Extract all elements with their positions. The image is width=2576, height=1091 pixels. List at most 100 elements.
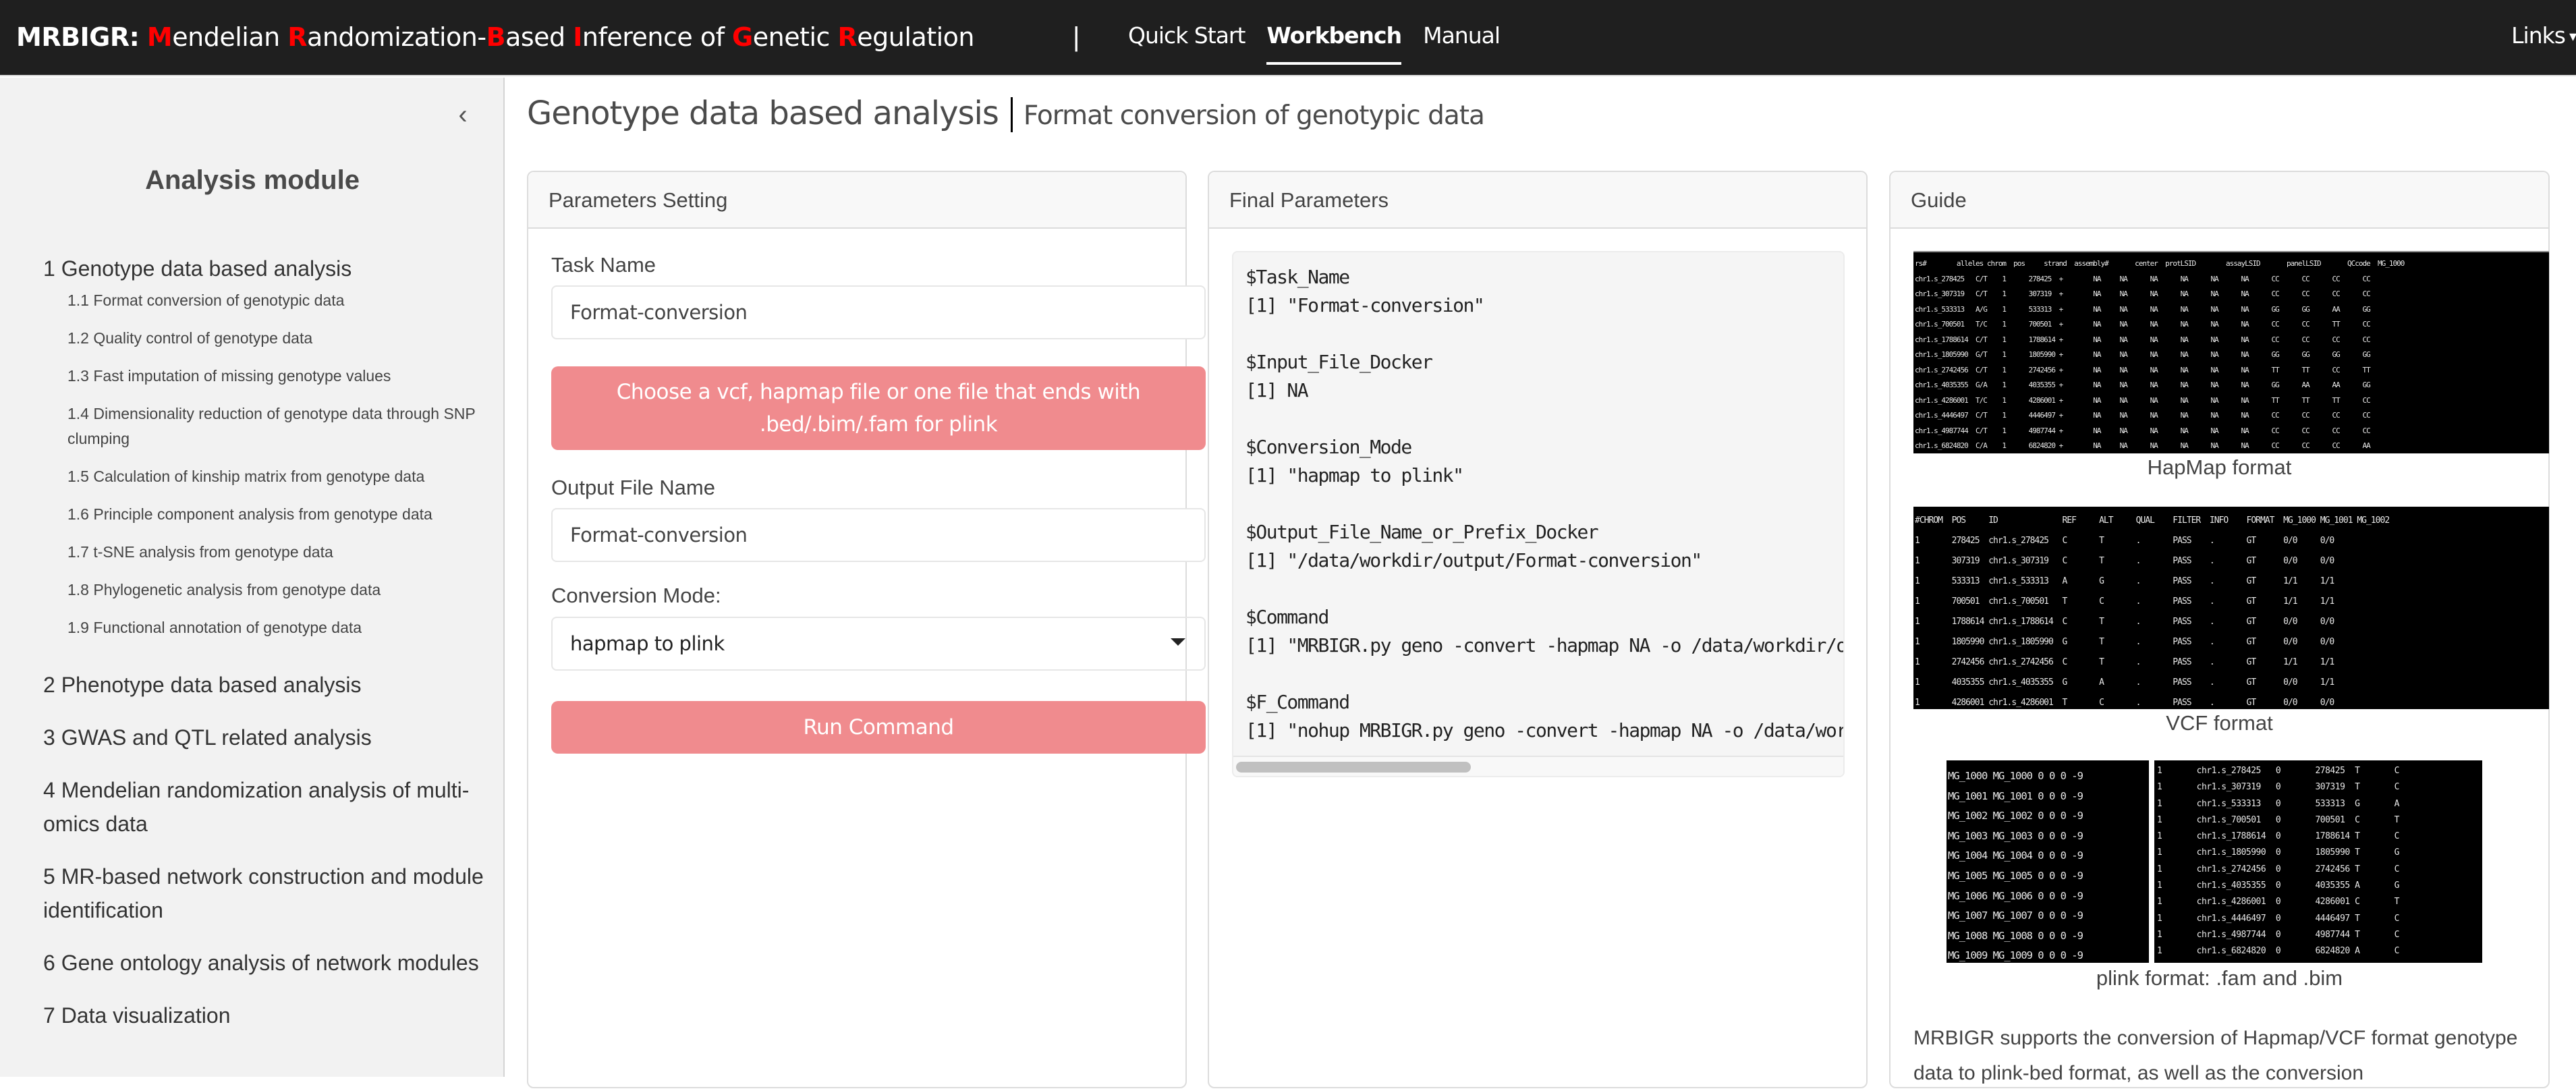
parameters-card: Parameters Setting Task Name Format-conv…: [527, 171, 1206, 1088]
bim-line: 1 chr1.s_1805990 0 1805990 T G: [2157, 847, 2400, 858]
vcf-line: 1 2742456 chr1.s_2742456 C T . PASS . GT…: [1915, 657, 2334, 667]
fam-line: MG_1000 MG_1000 0 0 0 -9: [1948, 770, 2083, 782]
fam-line: MG_1005 MG_1005 0 0 0 -9: [1948, 869, 2083, 882]
vcf-line: 1 1788614 chr1.s_1788614 C T . PASS . GT…: [1915, 617, 2334, 627]
links-dropdown-label: Links: [2511, 22, 2566, 49]
guide-description: MRBIGR supports the conversion of Hapmap…: [1913, 1027, 2518, 1084]
dropdown-caret-icon: [1171, 638, 1185, 646]
vcf-line: 1 4286001 chr1.s_4286001 T C . PASS . GT…: [1915, 698, 2334, 708]
nav-link-manual[interactable]: Manual: [1423, 20, 1501, 54]
chevron-left-icon[interactable]: ‹: [449, 98, 476, 132]
bim-line: 1 chr1.s_4286001 0 4286001 C T: [2157, 897, 2400, 907]
conversion-mode-select[interactable]: hapmap to plink: [551, 617, 1206, 671]
bim-line: 1 chr1.s_4987744 0 4987744 T C: [2157, 929, 2400, 940]
sidebar-section-gwas[interactable]: 3 GWAS and QTL related analysis: [43, 721, 495, 754]
top-navbar: MRBIGR: Mendelian Randomization-Based In…: [0, 0, 2576, 76]
brand-word: enetic: [752, 22, 838, 52]
sidebar: ‹ Analysis module 1 Genotype data based …: [0, 78, 505, 1077]
vcf-line: 1 4035355 chr1.s_4035355 G A . PASS . GT…: [1915, 677, 2334, 688]
brand-word: endelian: [172, 22, 288, 52]
task-name-input[interactable]: Format-conversion: [551, 285, 1206, 339]
brand-short: MRBIGR:: [16, 22, 140, 52]
bim-line: 1 chr1.s_4035355 0 4035355 A G: [2157, 880, 2400, 891]
output-file-input[interactable]: Format-conversion: [551, 508, 1206, 562]
choose-file-button[interactable]: Choose a vcf, hapmap file or one file th…: [551, 366, 1206, 450]
sidebar-item-imputation[interactable]: 1.3 Fast imputation of missing genotype …: [43, 364, 495, 389]
vcf-line: 1 278425 chr1.s_278425 C T . PASS . GT 0…: [1915, 536, 2334, 546]
nav-links: Quick Start Workbench Manual: [1128, 20, 1521, 65]
page-scroll-area: [2551, 78, 2576, 1077]
sidebar-item-phylogenetic[interactable]: 1.8 Phylogenetic analysis from genotype …: [43, 578, 495, 603]
sidebar-item-annotation[interactable]: 1.9 Functional annotation of genotype da…: [43, 615, 495, 640]
hapmap-line: chr1.s_4286001 T/C 1 4286001 + NA NA NA …: [1915, 395, 2371, 405]
code-line: $Task_Name: [1245, 266, 1350, 288]
sidebar-item-clumping[interactable]: 1.4 Dimensionality reduction of genotype…: [43, 401, 495, 451]
plink-fam-image: MG_1000 MG_1000 0 0 0 -9 MG_1001 MG_1001 …: [1947, 760, 2149, 963]
hapmap-line: chr1.s_700501 T/C 1 700501 + NA NA NA NA…: [1915, 320, 2371, 329]
sidebar-item-format-conversion[interactable]: 1.1 Format conversion of genotypic data: [43, 288, 495, 313]
output-file-label: Output File Name: [551, 476, 715, 499]
fam-line: MG_1008 MG_1008 0 0 0 -9: [1948, 929, 2083, 942]
nav-link-quick-start[interactable]: Quick Start: [1128, 20, 1245, 54]
run-command-button[interactable]: Run Command: [551, 701, 1206, 754]
brand-initial: R: [837, 22, 858, 52]
fam-line: MG_1001 MG_1001 0 0 0 -9: [1948, 789, 2083, 802]
vcf-line: 1 700501 chr1.s_700501 T C . PASS . GT 1…: [1915, 596, 2334, 607]
fam-line: MG_1007 MG_1007 0 0 0 -9: [1948, 910, 2083, 922]
code-line: [1] "Format-conversion": [1245, 294, 1485, 316]
sidebar-section-genotype[interactable]: 1 Genotype data based analysis: [43, 252, 495, 285]
scrollbar-thumb[interactable]: [1236, 762, 1471, 773]
hapmap-line: chr1.s_533313 A/G 1 533313 + NA NA NA NA…: [1915, 304, 2371, 314]
sidebar-section-visualization[interactable]: 7 Data visualization: [43, 999, 495, 1032]
bim-line: 1 chr1.s_307319 0 307319 T C: [2157, 782, 2400, 793]
fam-line: MG_1004 MG_1004 0 0 0 -9: [1948, 849, 2083, 862]
sidebar-section-mendelian[interactable]: 4 Mendelian randomization analysis of mu…: [43, 773, 495, 841]
hapmap-caption: HapMap format: [2147, 455, 2292, 479]
sidebar-section-go[interactable]: 6 Gene ontology analysis of network modu…: [43, 946, 495, 980]
sidebar-item-quality-control[interactable]: 1.2 Quality control of genotype data: [43, 326, 495, 351]
brand-initial: M: [146, 22, 173, 52]
guide-card: Guide rs# alleles chrom pos strand assem…: [1889, 171, 2550, 1088]
bim-line: 1 chr1.s_1788614 0 1788614 T C: [2157, 831, 2400, 842]
vcf-caption: VCF format: [2166, 711, 2273, 735]
navbar-separator: |: [1073, 22, 1080, 52]
horizontal-scrollbar[interactable]: [1233, 756, 1843, 776]
code-line: $F_Command: [1245, 691, 1350, 713]
bim-line: 1 chr1.s_2742456 0 2742456 T C: [2157, 864, 2400, 874]
bim-line: 1 chr1.s_700501 0 700501 C T: [2157, 814, 2400, 825]
vcf-line: #CHROM POS ID REF ALT QUAL FILTER INFO F…: [1915, 515, 2390, 526]
caret-down-icon: ▾: [2569, 28, 2576, 45]
sidebar-title: Analysis module: [145, 165, 360, 195]
hapmap-line: chr1.s_4035355 G/A 1 4035355 + NA NA NA …: [1915, 381, 2371, 389]
hapmap-line: rs# alleles chrom pos strand assembly# c…: [1915, 259, 2405, 268]
links-dropdown[interactable]: Links ▾: [2511, 20, 2576, 53]
vcf-line: 1 1805990 chr1.s_1805990 G T . PASS . GT…: [1915, 637, 2334, 647]
plink-bim-image: 1 chr1.s_278425 0 278425 T C 1 chr1.s_307…: [2154, 760, 2482, 963]
sidebar-item-pca[interactable]: 1.6 Principle component analysis from ge…: [43, 502, 495, 527]
task-name-label: Task Name: [551, 253, 656, 277]
sidebar-section-network[interactable]: 5 MR-based network construction and modu…: [43, 860, 495, 927]
code-line: $Input_File_Docker: [1245, 351, 1433, 373]
nav-link-workbench[interactable]: Workbench: [1266, 20, 1402, 65]
code-line: $Command: [1245, 606, 1329, 628]
brand-word: andomization-: [307, 22, 486, 52]
sidebar-section-phenotype[interactable]: 2 Phenotype data based analysis: [43, 668, 495, 702]
brand-title[interactable]: MRBIGR: Mendelian Randomization-Based In…: [16, 20, 975, 54]
conversion-mode-label: Conversion Mode:: [551, 584, 721, 607]
plink-caption: plink format: .fam and .bim: [2096, 966, 2343, 990]
vcf-line: 1 533313 chr1.s_533313 A G . PASS . GT 1…: [1915, 576, 2334, 586]
bim-line: 1 chr1.s_6824820 0 6824820 A C: [2157, 946, 2400, 957]
guide-header: Guide: [1891, 172, 2548, 229]
sidebar-item-tsne[interactable]: 1.7 t-SNE analysis from genotype data: [43, 540, 495, 565]
brand-initial: B: [486, 22, 506, 52]
code-line: [1] NA: [1245, 379, 1309, 401]
code-line: [1] "nohup MRBIGR.py geno -convert -hapm…: [1245, 719, 1845, 742]
code-line: [1] "MRBIGR.py geno -convert -hapmap NA …: [1245, 634, 1843, 656]
hapmap-line: chr1.s_1788614 C/T 1 1788614 + NA NA NA …: [1915, 335, 2371, 344]
final-parameters-output[interactable]: $Task_Name [1] "Format-conversion" $Input_…: [1232, 251, 1845, 777]
sidebar-item-kinship[interactable]: 1.5 Calculation of kinship matrix from g…: [43, 464, 495, 489]
bim-line: 1 chr1.s_278425 0 278425 T C: [2157, 766, 2400, 776]
